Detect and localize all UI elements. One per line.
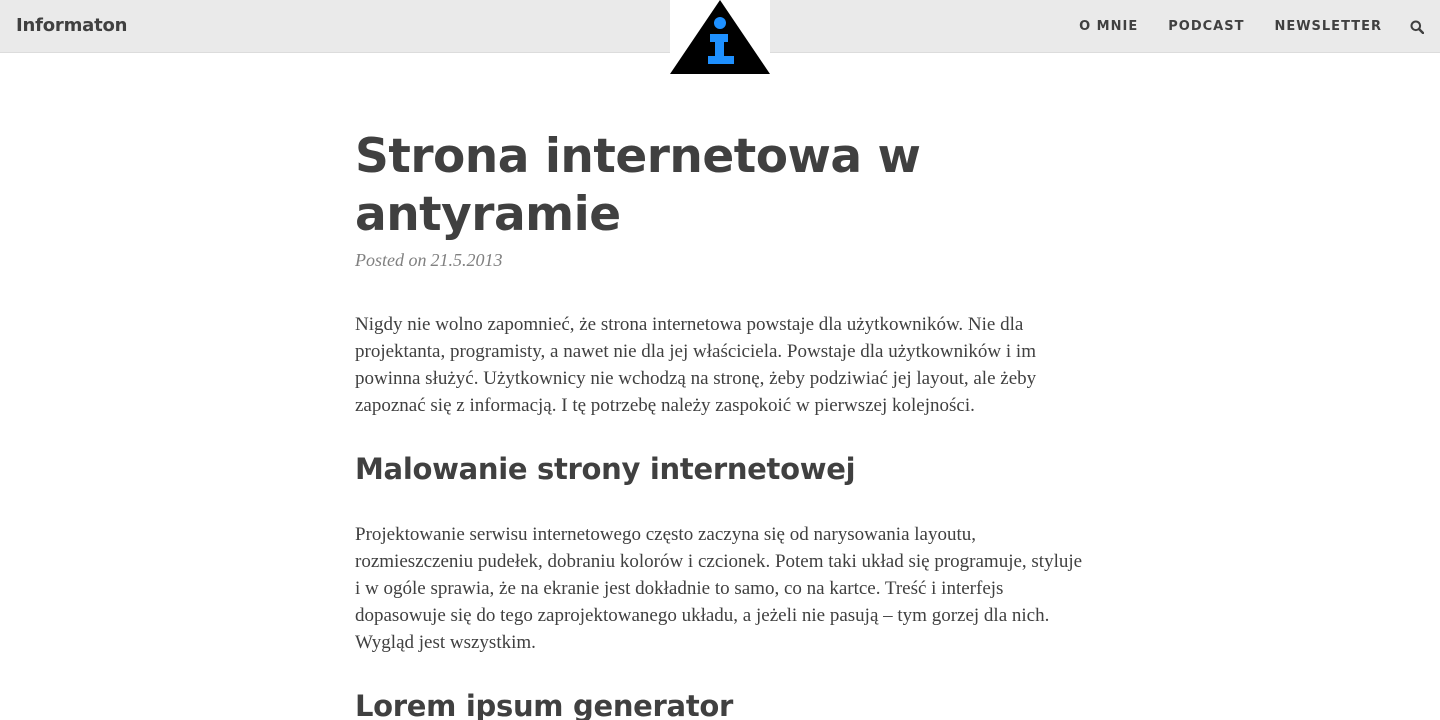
- nav-link-about[interactable]: O MNIE: [1079, 19, 1138, 34]
- post-title: Strona internetowa w antyramie: [355, 129, 921, 242]
- main-nav: O MNIE PODCAST NEWSLETTER: [1079, 0, 1440, 53]
- section-text: Projektowanie serwisu internetowego częs…: [355, 524, 1083, 653]
- post-content: Strona internetowa w antyramie Posted on…: [355, 128, 1085, 720]
- logo[interactable]: [670, 0, 770, 74]
- nav-link-newsletter[interactable]: NEWSLETTER: [1274, 19, 1382, 34]
- brand-link[interactable]: Informaton: [16, 15, 127, 36]
- nav-link-podcast[interactable]: PODCAST: [1168, 19, 1244, 34]
- info-triangle-logo-icon: [670, 0, 770, 74]
- top-navbar: Informaton O MNIE PODCAST NEWSLETTER: [0, 0, 1440, 74]
- section-heading: Lorem ipsum generator: [355, 689, 734, 720]
- post-date: 21.5.2013: [430, 250, 503, 270]
- post-intro: Nigdy nie wolno zapomnieć, że strona int…: [355, 314, 1037, 416]
- post-meta: Posted on 21.5.2013: [355, 250, 1085, 271]
- section-heading: Malowanie strony internetowej: [355, 452, 856, 486]
- search-icon[interactable]: [1410, 20, 1425, 34]
- post-meta-prefix: Posted on: [355, 250, 427, 270]
